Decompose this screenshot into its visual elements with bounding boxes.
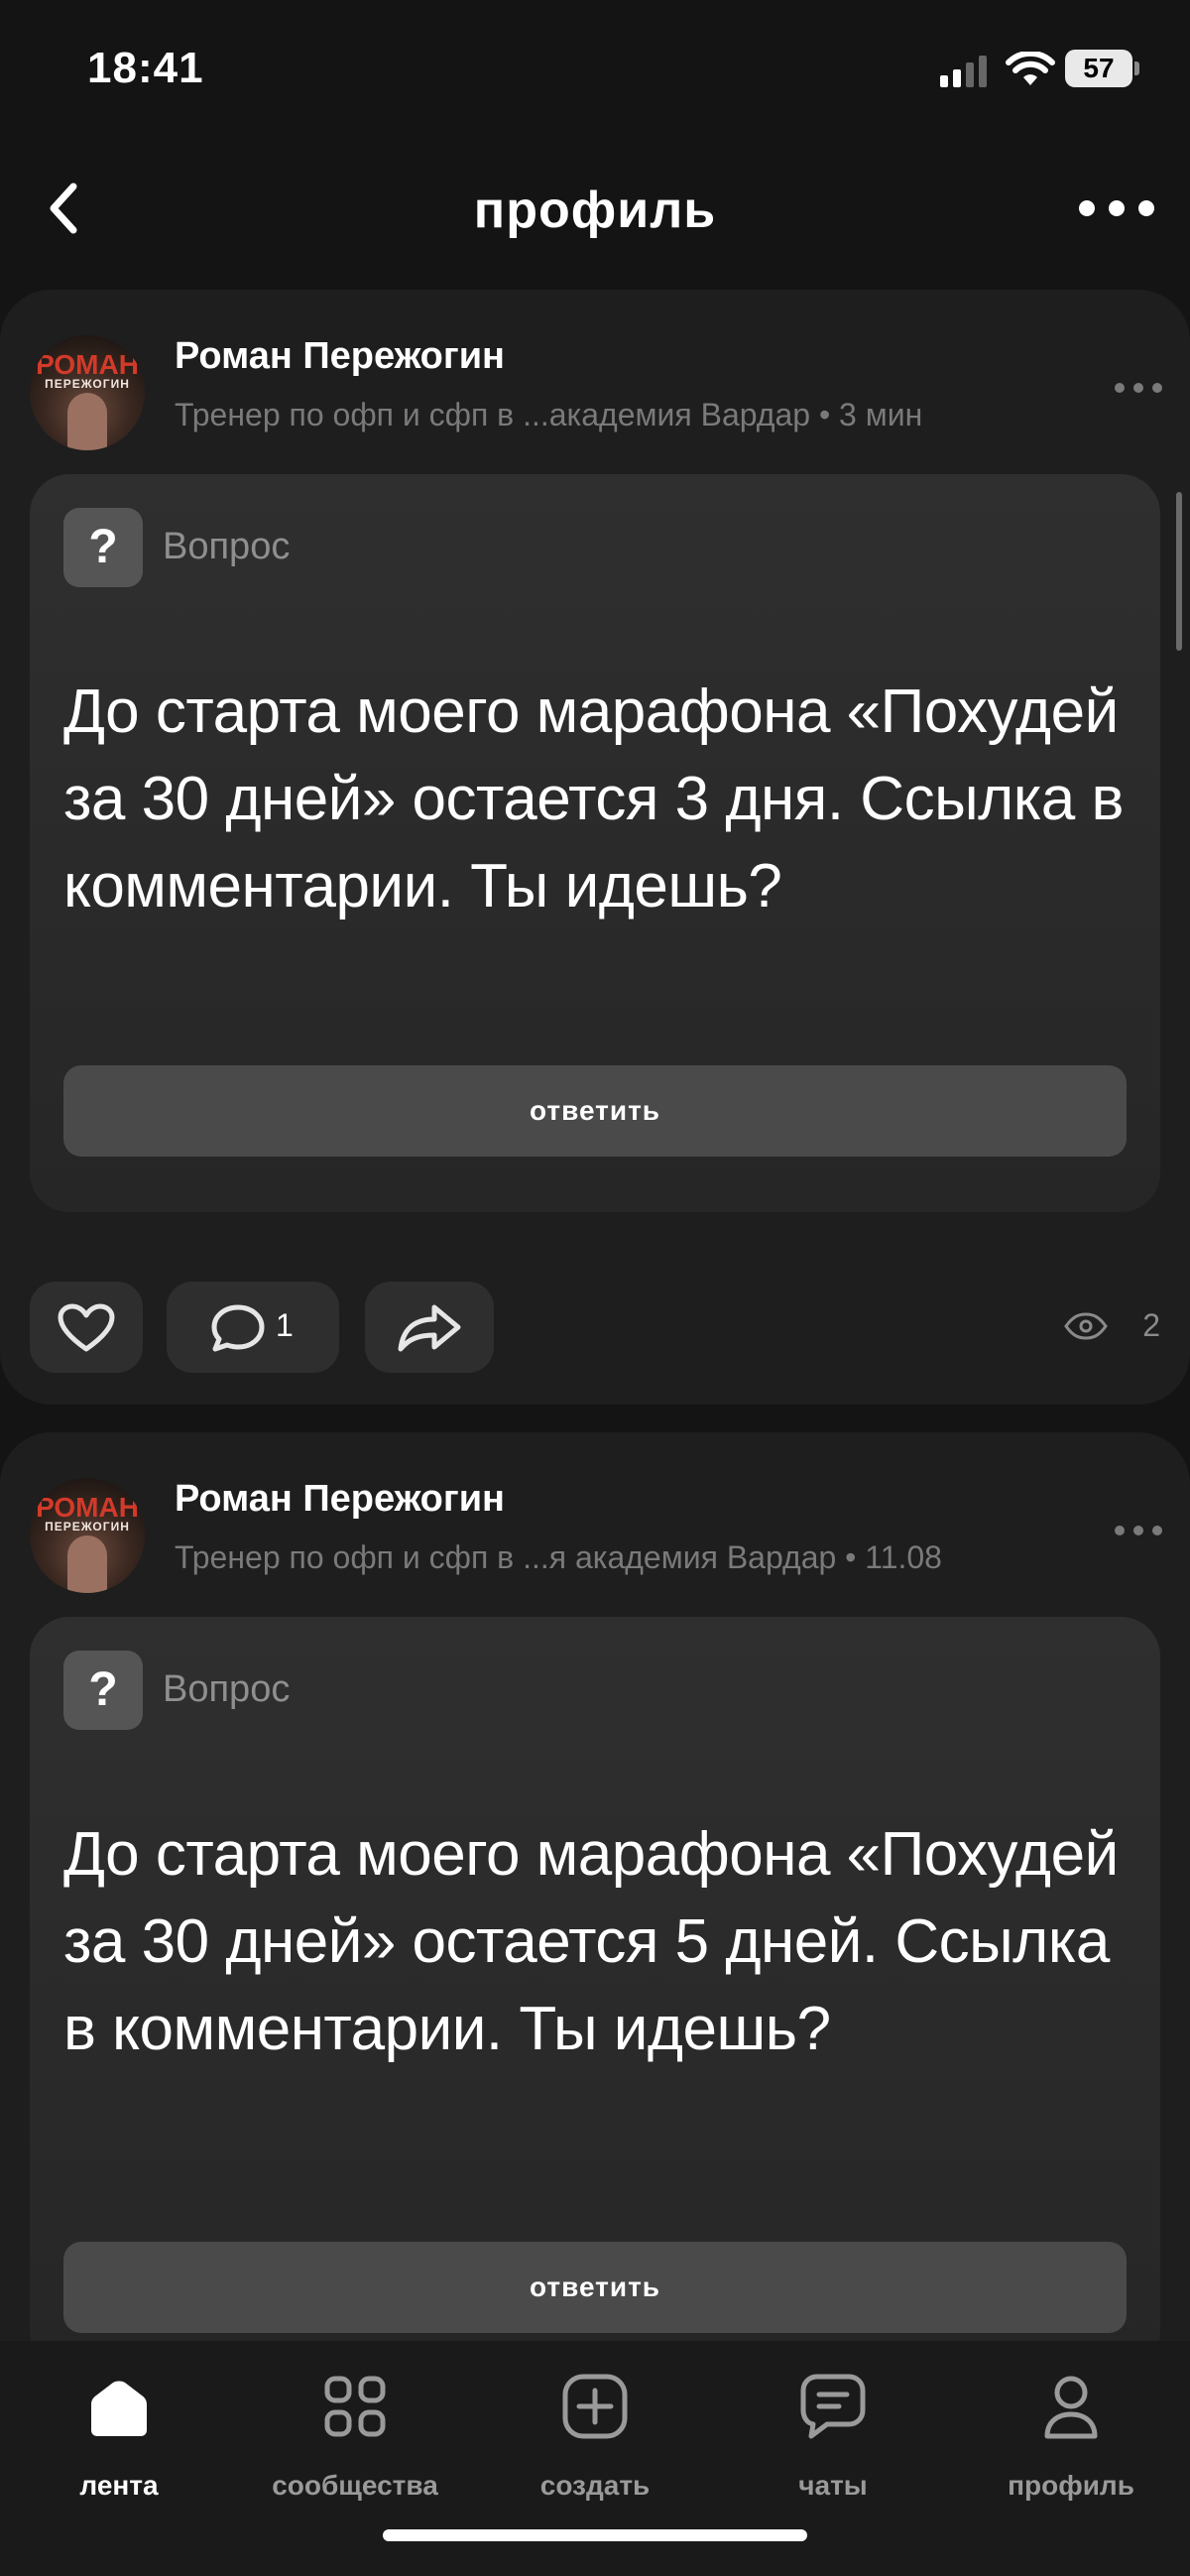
battery-icon: 57 bbox=[1065, 50, 1140, 87]
home-indicator[interactable] bbox=[383, 2529, 807, 2541]
question-text: До старта моего марафона «Похудей за 30 … bbox=[63, 677, 1124, 920]
signal-icon bbox=[940, 56, 987, 87]
avatar[interactable]: РОМАН ПЕРЕЖОГИН bbox=[30, 1478, 145, 1593]
nav-bar: профиль bbox=[0, 139, 1190, 278]
share-icon bbox=[398, 1304, 461, 1352]
post-meta: Тренер по офп и сфп в ...академия Вардар… bbox=[175, 397, 923, 432]
status-time: 18:41 bbox=[87, 44, 204, 92]
tab-label: лента bbox=[79, 2470, 159, 2501]
tab-label: сообщества bbox=[272, 2470, 438, 2501]
tab-label: чаты bbox=[798, 2470, 868, 2501]
scrollbar[interactable] bbox=[1176, 492, 1182, 651]
eye-icon bbox=[1064, 1312, 1108, 1340]
share-button[interactable] bbox=[365, 1282, 494, 1373]
question-label: Вопрос bbox=[163, 526, 291, 567]
comment-count: 1 bbox=[276, 1307, 294, 1343]
like-button[interactable] bbox=[30, 1282, 143, 1373]
battery-level: 57 bbox=[1065, 50, 1132, 87]
tab-communities[interactable]: сообщества bbox=[256, 2371, 454, 2510]
post-card[interactable]: РОМАН ПЕРЕЖОГИН Роман Пережогин Тренер п… bbox=[0, 290, 1190, 1405]
avatar-title: РОМАН bbox=[36, 349, 139, 380]
tab-chats[interactable]: чаты bbox=[734, 2371, 932, 2510]
chat-icon bbox=[800, 2374, 866, 2439]
feed[interactable]: РОМАН ПЕРЕЖОГИН Роман Пережогин Тренер п… bbox=[0, 290, 1190, 2341]
reply-button[interactable]: ответить bbox=[63, 1065, 1127, 1157]
question-icon: ? bbox=[63, 508, 143, 587]
more-icon[interactable] bbox=[1077, 198, 1156, 218]
post-meta: Тренер по офп и сфп в ...я академия Вард… bbox=[175, 1539, 942, 1575]
views-count: 2 bbox=[1142, 1307, 1160, 1343]
avatar-title: РОМАН bbox=[36, 1492, 139, 1523]
tab-feed[interactable]: лента bbox=[20, 2371, 218, 2510]
question-card: ? Вопрос До старта моего марафона «Похуд… bbox=[30, 474, 1160, 1212]
home-icon bbox=[91, 2381, 147, 2436]
tab-label: профиль bbox=[1008, 2470, 1134, 2501]
question-text: До старта моего марафона «Похудей за 30 … bbox=[63, 1820, 1119, 2063]
wifi-icon bbox=[1006, 52, 1055, 85]
author-name[interactable]: Роман Пережогин bbox=[175, 335, 505, 378]
person-icon bbox=[1044, 2376, 1098, 2439]
post-card[interactable]: РОМАН ПЕРЕЖОГИН Роман Пережогин Тренер п… bbox=[0, 1432, 1190, 2341]
author-name[interactable]: Роман Пережогин bbox=[175, 1478, 505, 1521]
tab-profile[interactable]: профиль bbox=[972, 2371, 1170, 2510]
comment-icon bbox=[211, 1304, 265, 1352]
question-card: ? Вопрос До старта моего марафона «Похуд… bbox=[30, 1617, 1160, 2341]
heart-icon bbox=[58, 1303, 115, 1352]
post-more-icon[interactable] bbox=[1113, 381, 1164, 395]
post-more-icon[interactable] bbox=[1113, 1524, 1164, 1537]
avatar[interactable]: РОМАН ПЕРЕЖОГИН bbox=[30, 335, 145, 450]
tab-create[interactable]: создать bbox=[496, 2371, 694, 2510]
tab-label: создать bbox=[539, 2470, 651, 2501]
avatar-subtitle: ПЕРЕЖОГИН bbox=[45, 377, 130, 391]
status-bar: 18:41 57 bbox=[0, 0, 1190, 139]
question-label: Вопрос bbox=[163, 1668, 291, 1710]
avatar-subtitle: ПЕРЕЖОГИН bbox=[45, 1520, 130, 1533]
grid-icon bbox=[324, 2376, 386, 2437]
comment-button[interactable]: 1 bbox=[167, 1282, 339, 1373]
question-icon: ? bbox=[63, 1651, 143, 1730]
reply-button[interactable]: ответить bbox=[63, 2242, 1127, 2333]
plus-square-icon bbox=[562, 2374, 628, 2439]
post-actions: 1 2 bbox=[30, 1282, 1160, 1373]
page-title: профиль bbox=[473, 182, 717, 239]
